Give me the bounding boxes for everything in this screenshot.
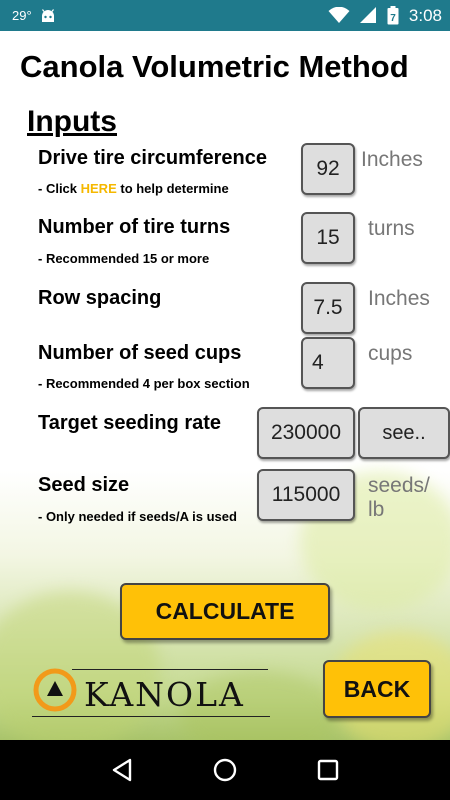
wifi-icon <box>328 7 350 24</box>
seed-cups-unit: cups <box>368 342 413 365</box>
seed-cups-label: Number of seed cups <box>38 342 242 364</box>
status-bar: 29° 7 3:08 <box>0 0 450 31</box>
hint-text: to help determine <box>116 181 229 196</box>
clock-text: 3:08 <box>408 5 442 25</box>
inputs-heading: Inputs <box>27 105 117 138</box>
seed-size-unit-line: lb <box>368 498 385 521</box>
temperature-text: 29° <box>12 8 32 23</box>
seed-size-unit-line: seeds/ <box>368 474 430 497</box>
tire-turns-input[interactable]: 15 <box>301 212 355 264</box>
tire-circumference-input[interactable]: 92 <box>301 143 355 195</box>
tire-turns-label: Number of tire turns <box>38 216 231 238</box>
android-icon <box>40 8 56 23</box>
seed-size-unit: seeds/ lb <box>368 474 430 522</box>
seed-size-hint: - Only needed if seeds/A is used <box>38 509 237 524</box>
logo-text: KANOLA <box>84 675 245 714</box>
seed-cups-hint: - Recommended 4 per box section <box>38 376 250 391</box>
logo-rule <box>72 669 268 670</box>
app-screen: Canola Volumetric Method Inputs Drive ti… <box>0 31 450 740</box>
row-spacing-input[interactable]: 7.5 <box>301 282 355 334</box>
logo-o-icon <box>33 668 77 712</box>
tire-circumference-hint: - Click HERE to help determine <box>38 181 229 196</box>
seeding-rate-label: Target seeding rate <box>38 412 222 434</box>
row-spacing-label: Row spacing <box>38 287 162 309</box>
tire-turns-hint: - Recommended 15 or more <box>38 251 210 266</box>
seeding-rate-unit-select[interactable]: see.. <box>358 407 450 459</box>
back-nav-icon[interactable] <box>107 755 137 785</box>
back-button[interactable]: BACK <box>323 660 431 718</box>
calculate-button[interactable]: CALCULATE <box>120 583 330 640</box>
navigation-bar <box>0 740 450 800</box>
page-title: Canola Volumetric Method <box>20 49 409 84</box>
hint-text: - Click <box>38 181 81 196</box>
home-nav-icon[interactable] <box>210 755 240 785</box>
recents-nav-icon[interactable] <box>313 755 343 785</box>
seed-size-input[interactable]: 115000 <box>257 469 355 521</box>
seed-cups-input[interactable]: 4 <box>301 337 355 389</box>
okanola-logo: KANOLA <box>32 663 272 719</box>
row-spacing-unit: Inches <box>368 287 430 310</box>
cell-signal-icon <box>359 7 377 24</box>
help-link[interactable]: HERE <box>81 181 117 196</box>
logo-rule <box>32 716 270 717</box>
battery-level: 7 <box>390 13 396 24</box>
tire-circumference-unit: Inches <box>361 148 423 171</box>
tire-circumference-label: Drive tire circumference <box>38 147 268 169</box>
seeding-rate-input[interactable]: 230000 <box>257 407 355 459</box>
battery-icon: 7 <box>387 6 399 25</box>
tire-turns-unit: turns <box>368 217 415 240</box>
seed-size-label: Seed size <box>38 474 130 496</box>
